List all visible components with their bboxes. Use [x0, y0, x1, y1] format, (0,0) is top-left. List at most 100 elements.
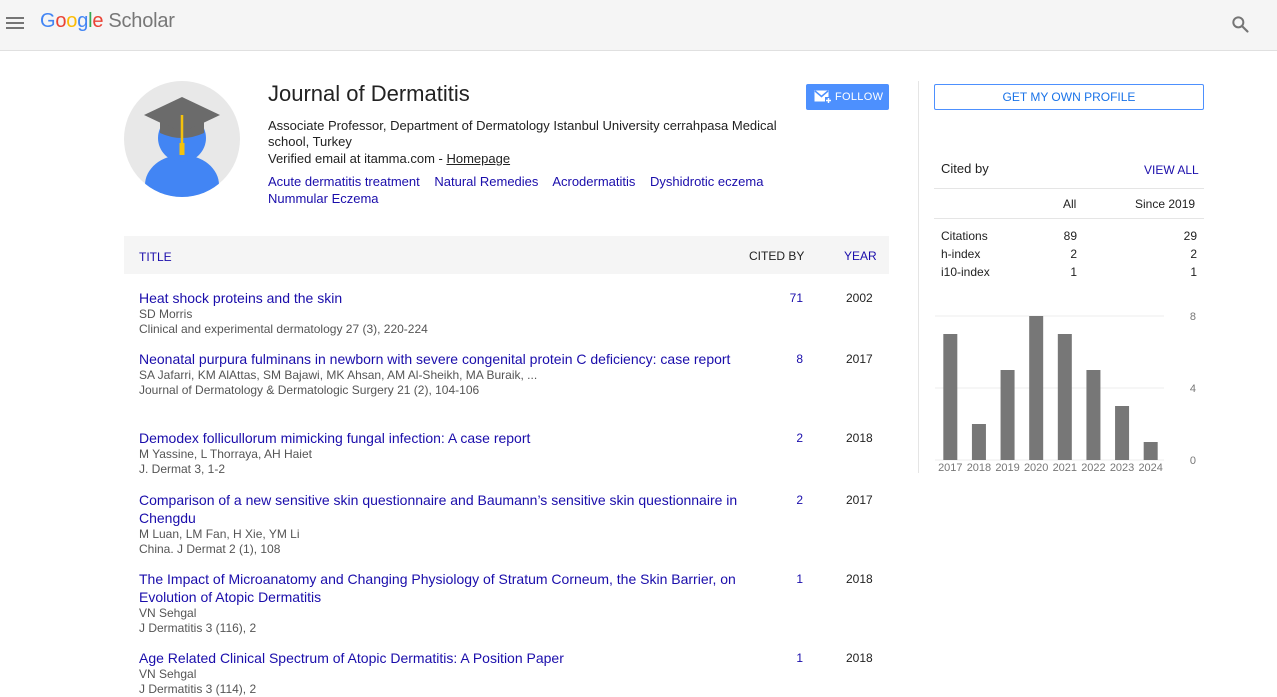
citation-bar[interactable]	[971, 424, 986, 460]
article-venue: Clinical and experimental dermatology 27…	[139, 322, 428, 336]
profile-name: Journal of Dermatitis	[268, 81, 470, 106]
cited-by-count[interactable]: 71	[769, 291, 803, 305]
logo-letter: G	[40, 10, 56, 32]
citation-bar[interactable]	[1029, 316, 1044, 460]
citation-bar[interactable]	[1086, 370, 1101, 460]
interest-link[interactable]: Nummular Eczema	[268, 191, 379, 206]
stat-since: 1	[1190, 265, 1197, 279]
mail-plus-icon	[814, 90, 832, 104]
x-tick-label: 2020	[1024, 462, 1048, 474]
article-venue: Journal of Dermatology & Dermatologic Su…	[139, 383, 480, 397]
col-since-header: Since 2019	[1135, 197, 1196, 211]
cited-by-title: Cited by	[941, 161, 989, 176]
article-authors: SD Morris	[139, 307, 193, 321]
search-icon[interactable]	[1230, 14, 1250, 34]
y-tick-label: 0	[1190, 455, 1196, 467]
logo-letter: o	[66, 10, 78, 32]
stat-label: i10-index	[941, 265, 990, 279]
research-interests: Acute dermatitis treatment Natural Remed…	[268, 173, 808, 207]
article-title-link[interactable]: Demodex follicullorum mimicking fungal i…	[139, 429, 739, 447]
citations-bar-chart: 0 4 8 2017 2018 2019 2020 2021 2022 2023 2024	[935, 311, 1196, 474]
interest-link[interactable]: Acute dermatitis treatment	[268, 174, 420, 189]
article-year: 2017	[846, 493, 873, 507]
stat-label: Citations	[941, 229, 988, 243]
homepage-link[interactable]: Homepage	[446, 151, 510, 166]
table-row: The Impact of Microanatomy and Changing …	[139, 570, 889, 636]
verified-email-text: Verified email at itamma.com -	[268, 151, 447, 166]
view-all-link[interactable]: VIEW ALL	[1144, 163, 1199, 177]
article-authors: M Yassine, L Thorraya, AH Haiet	[139, 447, 312, 461]
stat-all: 1	[1070, 265, 1077, 279]
sort-by-title[interactable]: TITLE	[139, 250, 172, 264]
divider-line	[934, 218, 1204, 219]
get-my-own-profile-button[interactable]: GET MY OWN PROFILE	[934, 84, 1204, 110]
article-year: 2018	[846, 431, 873, 445]
graduation-cap-avatar-icon	[144, 97, 220, 197]
table-row: Comparison of a new sensitive skin quest…	[139, 491, 889, 557]
table-row: Heat shock proteins and the skin SD Morr…	[139, 289, 889, 337]
logo-letter: e	[92, 10, 104, 32]
citation-bar[interactable]	[943, 334, 958, 460]
x-tick-label: 2022	[1081, 462, 1105, 474]
logo-letter: o	[55, 10, 67, 32]
article-year: 2018	[846, 572, 873, 586]
cited-by-count[interactable]: 1	[769, 651, 803, 665]
citation-bar[interactable]	[1057, 334, 1072, 460]
article-venue: China. J Dermat 2 (1), 108	[139, 542, 281, 556]
logo-letter: g	[77, 10, 89, 32]
divider-line	[934, 188, 1204, 189]
profile-email: Verified email at itamma.com - Homepage	[268, 151, 510, 166]
y-tick-label: 4	[1190, 383, 1196, 395]
article-authors: SA Jafarri, KM AlAttas, SM Bajawi, MK Ah…	[139, 368, 538, 382]
interest-link[interactable]: Dyshidrotic eczema	[650, 174, 763, 189]
article-venue: J Dermatitis 3 (116), 2	[139, 621, 257, 635]
article-title-link[interactable]: Age Related Clinical Spectrum of Atopic …	[139, 649, 739, 667]
profile-affiliation: Associate Professor, Department of Derma…	[268, 118, 777, 149]
x-tick-label: 2023	[1110, 462, 1134, 474]
x-tick-label: 2021	[1053, 462, 1077, 474]
cited-by-header: CITED BY	[749, 249, 805, 263]
table-row: Demodex follicullorum mimicking fungal i…	[139, 429, 889, 477]
citation-bar[interactable]	[1115, 406, 1130, 460]
article-title-link[interactable]: Comparison of a new sensitive skin quest…	[139, 491, 739, 527]
table-row: Neonatal purpura fulminans in newborn wi…	[139, 350, 889, 398]
follow-button[interactable]: FOLLOW	[806, 84, 889, 110]
article-title-link[interactable]: Heat shock proteins and the skin	[139, 289, 739, 307]
cited-by-count[interactable]: 2	[769, 493, 803, 507]
google-scholar-logo[interactable]: Google Scholar	[40, 10, 175, 33]
x-tick-label: 2024	[1138, 462, 1162, 474]
column-divider	[918, 81, 919, 473]
stat-since: 29	[1183, 229, 1197, 243]
menu-icon[interactable]	[6, 14, 26, 32]
article-venue: J. Dermat 3, 1-2	[139, 462, 226, 476]
stat-since: 2	[1190, 247, 1197, 261]
article-authors: VN Sehgal	[139, 667, 197, 681]
citation-bar[interactable]	[1143, 442, 1158, 460]
cited-by-count[interactable]: 1	[769, 572, 803, 586]
profile-avatar	[124, 81, 240, 197]
sort-by-year[interactable]: YEAR	[844, 249, 877, 263]
article-year: 2002	[846, 291, 873, 305]
article-title-link[interactable]: Neonatal purpura fulminans in newborn wi…	[139, 350, 739, 368]
col-all-header: All	[1063, 197, 1077, 211]
logo-scholar-text: Scholar	[108, 10, 175, 32]
article-authors: VN Sehgal	[139, 606, 197, 620]
interest-link[interactable]: Natural Remedies	[434, 174, 538, 189]
x-tick-label: 2017	[938, 462, 962, 474]
cited-by-count[interactable]: 8	[769, 352, 803, 366]
article-title-link[interactable]: The Impact of Microanatomy and Changing …	[139, 570, 739, 606]
article-authors: M Luan, LM Fan, H Xie, YM Li	[139, 527, 300, 541]
follow-label: FOLLOW	[835, 91, 884, 103]
x-tick-label: 2019	[995, 462, 1019, 474]
article-year: 2018	[846, 651, 873, 665]
top-bar: Google Scholar	[0, 0, 1277, 51]
cited-by-count[interactable]: 2	[769, 431, 803, 445]
stat-all: 89	[1063, 229, 1077, 243]
stat-label: h-index	[941, 247, 981, 261]
publications-table-header: TITLE CITED BY YEAR	[124, 236, 889, 274]
interest-link[interactable]: Acrodermatitis	[552, 174, 635, 189]
article-year: 2017	[846, 352, 873, 366]
x-tick-label: 2018	[967, 462, 991, 474]
table-row: Age Related Clinical Spectrum of Atopic …	[139, 649, 889, 697]
citation-bar[interactable]	[1000, 370, 1015, 460]
